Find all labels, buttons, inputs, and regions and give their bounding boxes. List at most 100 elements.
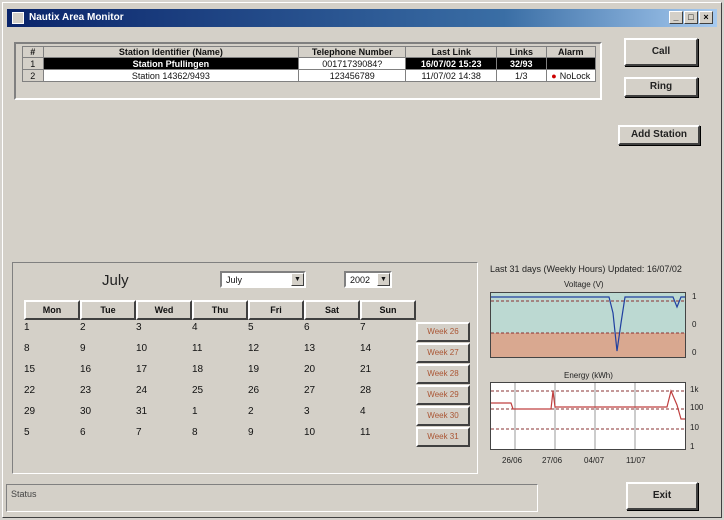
table-row[interactable]: 1 Station Pfullingen 00171739084? 16/07/… — [22, 57, 596, 70]
call-button[interactable]: Call — [624, 38, 698, 66]
calendar-day-cell[interactable]: 2 — [248, 406, 304, 417]
station-links[interactable]: 32/93 — [496, 57, 547, 70]
calendar-day-cell[interactable]: 24 — [136, 385, 192, 396]
day-header-sun: Sun — [360, 300, 416, 320]
week-button[interactable]: Week 31 — [416, 427, 470, 447]
month-select[interactable]: July ▼ — [220, 271, 306, 288]
calendar-day-cell[interactable]: 18 — [192, 364, 248, 375]
station-name[interactable]: Station 14362/9493 — [42, 69, 300, 82]
close-icon[interactable]: × — [699, 11, 713, 24]
calendar-day-cell[interactable]: 25 — [192, 385, 248, 396]
station-alarm[interactable]: ● NoLock — [545, 69, 596, 82]
station-last-link[interactable]: 16/07/02 15:23 — [405, 57, 498, 70]
column-header-links[interactable]: Links — [496, 46, 547, 58]
table-row[interactable]: 2 Station 14362/9493 123456789 11/07/02 … — [22, 69, 596, 82]
calendar-day-cell[interactable]: 15 — [24, 364, 80, 375]
title-bar[interactable]: Nautix Area Monitor _ □ × — [7, 9, 717, 27]
week-button[interactable]: Week 29 — [416, 385, 470, 405]
week-button[interactable]: Week 30 — [416, 406, 470, 426]
calendar-day-cell[interactable]: 6 — [304, 322, 360, 333]
calendar-day-cell[interactable]: 4 — [192, 322, 248, 333]
station-name[interactable]: Station Pfullingen — [42, 57, 300, 70]
voltage-tick: 1 — [692, 292, 697, 301]
calendar-day-cell[interactable]: 16 — [80, 364, 136, 375]
exit-button[interactable]: Exit — [626, 482, 698, 510]
station-links[interactable]: 1/3 — [496, 69, 547, 82]
station-table: # Station Identifier (Name) Telephone Nu… — [22, 46, 596, 82]
week-button[interactable]: Week 27 — [416, 343, 470, 363]
month-select-value: July — [226, 275, 243, 285]
calendar-day-cell[interactable]: 19 — [248, 364, 304, 375]
calendar-day-cell[interactable]: 8 — [192, 427, 248, 438]
calendar-day-cell[interactable]: 21 — [360, 364, 416, 375]
calendar-day-cell[interactable]: 7 — [360, 322, 416, 333]
station-alarm[interactable] — [545, 57, 596, 70]
week-button[interactable]: Week 28 — [416, 364, 470, 384]
window-title: Nautix Area Monitor — [29, 12, 124, 23]
calendar-day-cell[interactable]: 7 — [136, 427, 192, 438]
voltage-chart-title: Voltage (V) — [564, 280, 604, 289]
calendar-day-cell[interactable]: 26 — [248, 385, 304, 396]
calendar-day-cell[interactable]: 10 — [304, 427, 360, 438]
calendar-day-cell[interactable]: 28 — [360, 385, 416, 396]
alarm-dot-icon: ● — [551, 70, 557, 81]
calendar-day-cell[interactable]: 5 — [24, 427, 80, 438]
station-grid[interactable]: # Station Identifier (Name) Telephone Nu… — [14, 42, 602, 100]
calendar-day-cell[interactable]: 10 — [136, 343, 192, 354]
calendar-day-cell[interactable]: 20 — [304, 364, 360, 375]
x-axis-label: 11/07 — [626, 456, 646, 465]
station-last-link[interactable]: 11/07/02 14:38 — [405, 69, 498, 82]
station-phone[interactable]: 123456789 — [298, 69, 407, 82]
calendar-day-cell[interactable]: 2 — [80, 322, 136, 333]
table-header-row: # Station Identifier (Name) Telephone Nu… — [22, 46, 596, 58]
energy-chart — [490, 382, 686, 450]
ring-button[interactable]: Ring — [624, 77, 698, 97]
day-header-tue: Tue — [80, 300, 136, 320]
calendar-day-cell[interactable]: 12 — [248, 343, 304, 354]
year-select-value: 2002 — [350, 275, 371, 285]
column-header-index[interactable]: # — [22, 46, 44, 58]
calendar-day-cell[interactable]: 14 — [360, 343, 416, 354]
calendar-day-cell[interactable]: 30 — [80, 406, 136, 417]
calendar-day-cell[interactable]: 13 — [304, 343, 360, 354]
calendar-day-cell[interactable]: 27 — [304, 385, 360, 396]
calendar-day-cell[interactable]: 31 — [136, 406, 192, 417]
week-button[interactable]: Week 26 — [416, 322, 470, 342]
calendar-day-cell[interactable]: 4 — [360, 406, 416, 417]
calendar-day-cell[interactable]: 3 — [304, 406, 360, 417]
status-label: Status — [11, 489, 37, 499]
day-header-mon: Mon — [24, 300, 80, 320]
column-header-alarm[interactable]: Alarm — [545, 46, 596, 58]
calendar-day-cell[interactable]: 8 — [24, 343, 80, 354]
minimize-icon[interactable]: _ — [669, 11, 683, 24]
voltage-chart — [490, 292, 686, 358]
column-header-last-link[interactable]: Last Link — [405, 46, 498, 58]
column-header-phone[interactable]: Telephone Number — [298, 46, 407, 58]
day-header-thu: Thu — [192, 300, 248, 320]
maximize-icon[interactable]: □ — [684, 11, 698, 24]
column-header-name[interactable]: Station Identifier (Name) — [42, 46, 300, 58]
x-axis-label: 04/07 — [584, 456, 605, 465]
calendar-day-cell[interactable]: 3 — [136, 322, 192, 333]
calendar-day-cell[interactable]: 22 — [24, 385, 80, 396]
app-icon — [12, 12, 24, 24]
calendar-day-cell[interactable]: 11 — [192, 343, 248, 354]
calendar-day-cell[interactable]: 1 — [24, 322, 80, 333]
station-phone[interactable]: 00171739084? — [298, 57, 407, 70]
calendar-day-cell[interactable]: 5 — [248, 322, 304, 333]
year-select[interactable]: 2002 ▼ — [344, 271, 392, 288]
calendar-day-cell[interactable]: 9 — [248, 427, 304, 438]
calendar-day-cell[interactable]: 17 — [136, 364, 192, 375]
voltage-chart-svg — [491, 293, 685, 357]
calendar-day-cell[interactable]: 23 — [80, 385, 136, 396]
calendar-day-cell[interactable]: 6 — [80, 427, 136, 438]
calendar-day-cell[interactable]: 11 — [360, 427, 416, 438]
chevron-down-icon[interactable]: ▼ — [291, 273, 304, 286]
row-index: 1 — [22, 57, 44, 70]
calendar-day-cell[interactable]: 29 — [24, 406, 80, 417]
calendar-day-cell[interactable]: 1 — [192, 406, 248, 417]
add-station-button[interactable]: Add Station — [618, 125, 700, 145]
chevron-down-icon[interactable]: ▼ — [377, 273, 390, 286]
voltage-low-band — [491, 333, 685, 357]
calendar-day-cell[interactable]: 9 — [80, 343, 136, 354]
